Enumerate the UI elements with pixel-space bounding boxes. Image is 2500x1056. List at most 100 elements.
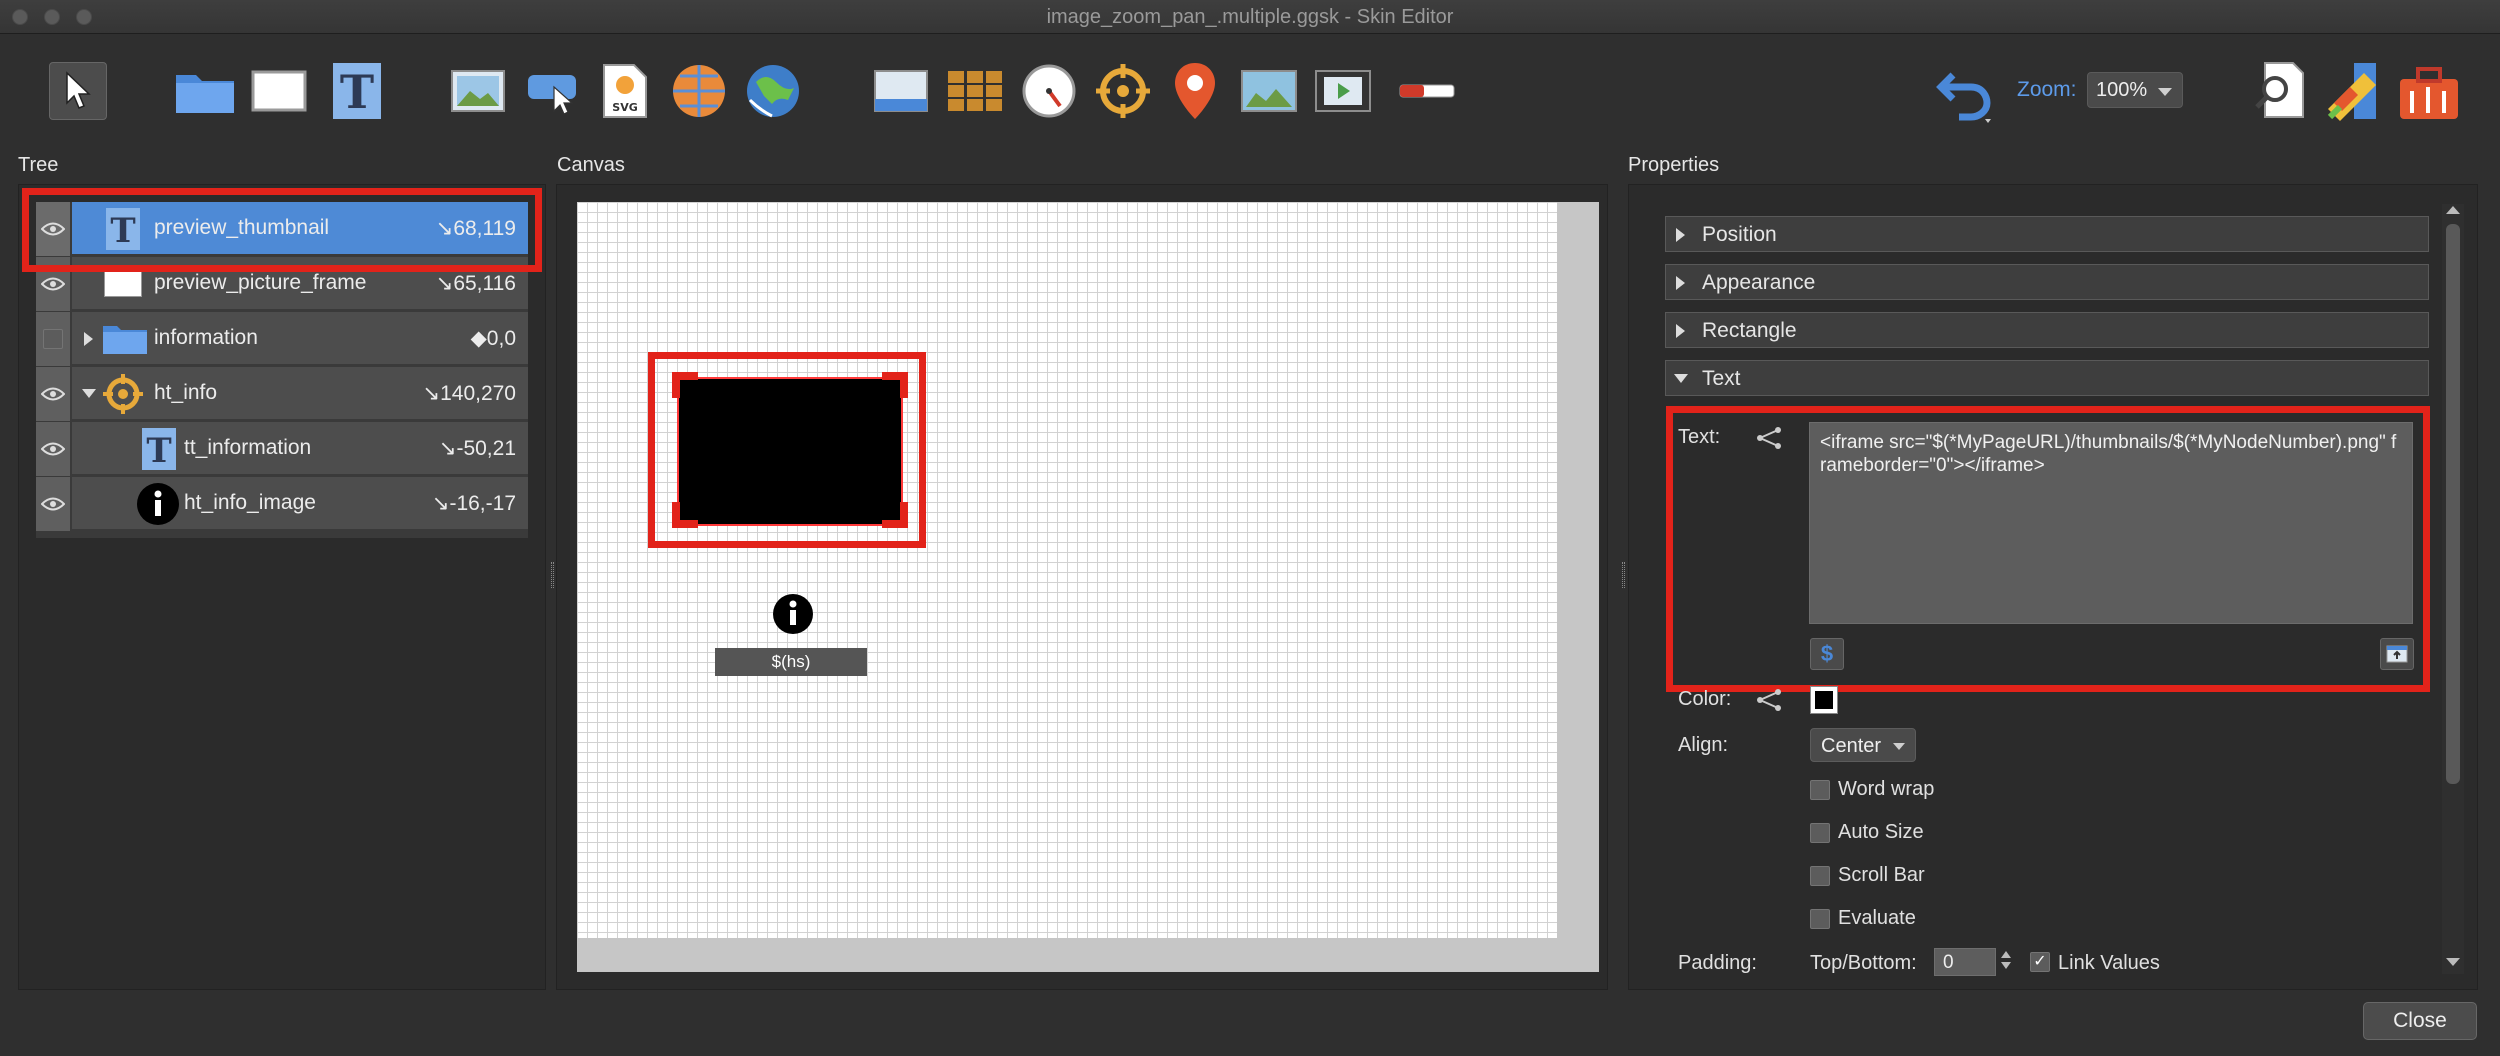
zoom-select[interactable]: 100% (2087, 72, 2183, 108)
tree-item-coord: ◆0,0 (470, 327, 516, 350)
selection-handle[interactable] (672, 372, 680, 398)
close-button[interactable]: Close (2363, 1002, 2477, 1040)
select-tool-button[interactable] (43, 56, 113, 126)
timer-tool-button[interactable] (1014, 56, 1084, 126)
eye-icon[interactable] (36, 477, 72, 531)
align-property-label: Align: (1678, 734, 1729, 756)
panorama-tool-button[interactable] (664, 56, 734, 126)
undo-button[interactable] (1930, 56, 2000, 126)
container-tool-button[interactable] (866, 56, 936, 126)
button-icon (528, 75, 576, 115)
canvas-grid[interactable] (577, 202, 1557, 938)
theme-tool-button[interactable] (2320, 56, 2390, 126)
auto-size-label: Auto Size (1838, 821, 1924, 843)
section-label: Position (1702, 223, 1777, 246)
splitter-handle[interactable] (551, 562, 554, 588)
tree-item-tt-information[interactable]: T tt_information ↘-50,21 (36, 422, 528, 476)
progress-bar-tool-button[interactable] (1392, 56, 1462, 126)
scroll-up-icon[interactable] (2446, 206, 2460, 214)
cloner-tool-button[interactable] (940, 56, 1010, 126)
search-icon (2255, 62, 2304, 118)
toolbox-icon (2400, 67, 2458, 119)
tree-item-label: information (154, 326, 258, 349)
top-bottom-stepper[interactable] (1999, 948, 2013, 976)
scroll-down-icon[interactable] (2446, 958, 2460, 966)
svg-file-icon: SVG (603, 64, 647, 118)
tree-item-coord: ↘-16,-17 (431, 492, 516, 515)
map-pin-tool-button[interactable] (1160, 56, 1230, 126)
selection-handle[interactable] (672, 502, 680, 528)
scrollbar-thumb[interactable] (2446, 224, 2460, 784)
zoom-value: 100% (2096, 79, 2148, 101)
svg-text:T: T (340, 65, 374, 119)
search-tool-button[interactable] (2246, 56, 2316, 126)
text-icon: T (142, 428, 176, 470)
svg-text:SVG: SVG (612, 101, 637, 114)
tree-item-information[interactable]: information ◆0,0 (36, 312, 528, 366)
info-icon[interactable] (772, 593, 814, 635)
link-values-checkbox[interactable]: ✓ (2030, 952, 2050, 972)
tree-item-label: ht_info_image (184, 491, 316, 514)
scroll-bar-checkbox[interactable] (1810, 866, 1830, 886)
section-position[interactable]: Position (1665, 216, 2429, 252)
scroll-bar-label: Scroll Bar (1838, 864, 1925, 886)
section-text[interactable]: Text (1665, 360, 2429, 396)
rectangle-icon (104, 269, 142, 297)
color-property-label: Color: (1678, 688, 1732, 710)
expand-arrow-icon (1676, 228, 1685, 242)
svg-text:T: T (146, 431, 171, 470)
color-palette-icon (2327, 63, 2376, 121)
share-link-icon[interactable] (1756, 688, 1784, 712)
folder-icon (176, 75, 234, 113)
cursor-arrow-icon (66, 71, 91, 109)
svg-tool-button[interactable]: SVG (590, 56, 660, 126)
rectangle-tool-button[interactable] (244, 56, 314, 126)
zoom-label: Zoom: (2017, 78, 2077, 101)
expand-arrow-icon[interactable] (84, 332, 93, 346)
selection-handle[interactable] (900, 502, 908, 528)
folder-icon (103, 326, 147, 354)
tree-section-label: Tree (18, 154, 59, 176)
top-bottom-input[interactable]: 0 (1934, 948, 1996, 976)
color-swatch[interactable] (1810, 686, 1838, 714)
splitter-handle[interactable] (1622, 562, 1625, 588)
floorplan-tool-button[interactable] (1234, 56, 1304, 126)
link-values-label: Link Values (2058, 952, 2160, 974)
folder-tool-button[interactable] (170, 56, 240, 126)
map-tool-button[interactable] (738, 56, 808, 126)
image-tool-button[interactable] (443, 56, 513, 126)
word-wrap-checkbox[interactable] (1810, 780, 1830, 800)
chevron-down-icon (1893, 743, 1905, 750)
eye-icon[interactable] (36, 367, 72, 421)
auto-size-checkbox[interactable] (1810, 823, 1830, 843)
text-tool-button[interactable]: T (322, 56, 392, 126)
eye-icon[interactable] (36, 422, 72, 476)
canvas-section-label: Canvas (557, 154, 625, 176)
expand-arrow-icon (1676, 276, 1685, 290)
hotspot-tool-button[interactable] (1088, 56, 1158, 126)
floorplan-icon (1241, 70, 1297, 112)
evaluate-checkbox[interactable] (1810, 909, 1830, 929)
tree-item-label: tt_information (184, 436, 312, 459)
selection-frame (677, 377, 903, 526)
highlight-box (22, 188, 542, 272)
evaluate-label: Evaluate (1838, 907, 1916, 929)
selection-handle[interactable] (900, 372, 908, 398)
hotspot-tooltip[interactable]: $(hs) (715, 648, 867, 676)
collapse-arrow-icon[interactable] (82, 389, 96, 398)
hotspot-icon (1096, 64, 1150, 118)
section-rectangle[interactable]: Rectangle (1665, 312, 2429, 348)
section-appearance[interactable]: Appearance (1665, 264, 2429, 300)
button-tool-button[interactable] (517, 56, 587, 126)
video-tool-button[interactable] (1308, 56, 1378, 126)
tree-item-ht-info[interactable]: ht_info ↘140,270 (36, 367, 528, 421)
rectangle-icon (251, 70, 307, 112)
tree-item-ht-info-image[interactable]: ht_info_image ↘-16,-17 (36, 477, 528, 531)
properties-section-label: Properties (1628, 154, 1720, 176)
tree-item-label: preview_picture_frame (154, 271, 367, 294)
align-select[interactable]: Center (1810, 728, 1916, 762)
image-icon (451, 70, 505, 112)
visibility-toggle[interactable] (36, 312, 72, 366)
container-icon (874, 70, 928, 112)
tools-button[interactable] (2394, 56, 2464, 126)
